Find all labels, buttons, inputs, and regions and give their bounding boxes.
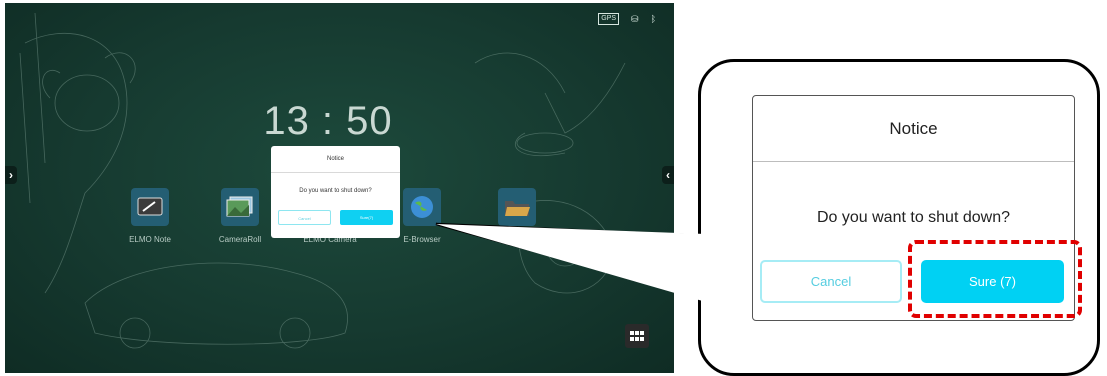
app-drawer-button[interactable] xyxy=(625,324,649,348)
shutdown-dialog: Notice Do you want to shut down? Cancel … xyxy=(271,146,400,238)
dialog-title: Notice xyxy=(271,146,400,173)
network-icon: ⛁ xyxy=(631,14,639,24)
app-folder[interactable] xyxy=(477,188,557,235)
sure-button-highlight xyxy=(908,240,1082,318)
note-icon xyxy=(131,188,169,226)
chevron-left-icon[interactable]: ‹ xyxy=(662,166,674,184)
sure-button[interactable]: Sure(7) xyxy=(340,210,393,225)
dialog-message: Do you want to shut down? xyxy=(299,188,372,194)
cancel-button[interactable]: Cancel xyxy=(760,260,902,303)
status-bar: GPS ⛁ ᛒ xyxy=(598,13,656,25)
android-home-screen: GPS ⛁ ᛒ 13 : 50 › ‹ ELMO Note CameraRoll… xyxy=(5,3,674,373)
app-label: CameraRoll xyxy=(218,235,262,244)
chevron-right-icon[interactable]: › xyxy=(5,166,17,184)
globe-icon xyxy=(403,188,441,226)
bluetooth-icon: ᛒ xyxy=(650,14,656,24)
gallery-icon xyxy=(221,188,259,226)
dialog-message: Do you want to shut down? xyxy=(816,209,1010,226)
clock: 13 : 50 xyxy=(263,99,393,143)
dialog-title: Notice xyxy=(753,96,1074,162)
app-cameraroll[interactable]: CameraRoll xyxy=(200,188,280,244)
app-label: ELMO Note xyxy=(129,235,171,244)
folder-icon xyxy=(498,188,536,226)
gps-icon: GPS xyxy=(598,13,620,25)
app-elmo-note[interactable]: ELMO Note xyxy=(110,188,190,244)
cancel-button[interactable]: Cancel xyxy=(278,210,331,225)
